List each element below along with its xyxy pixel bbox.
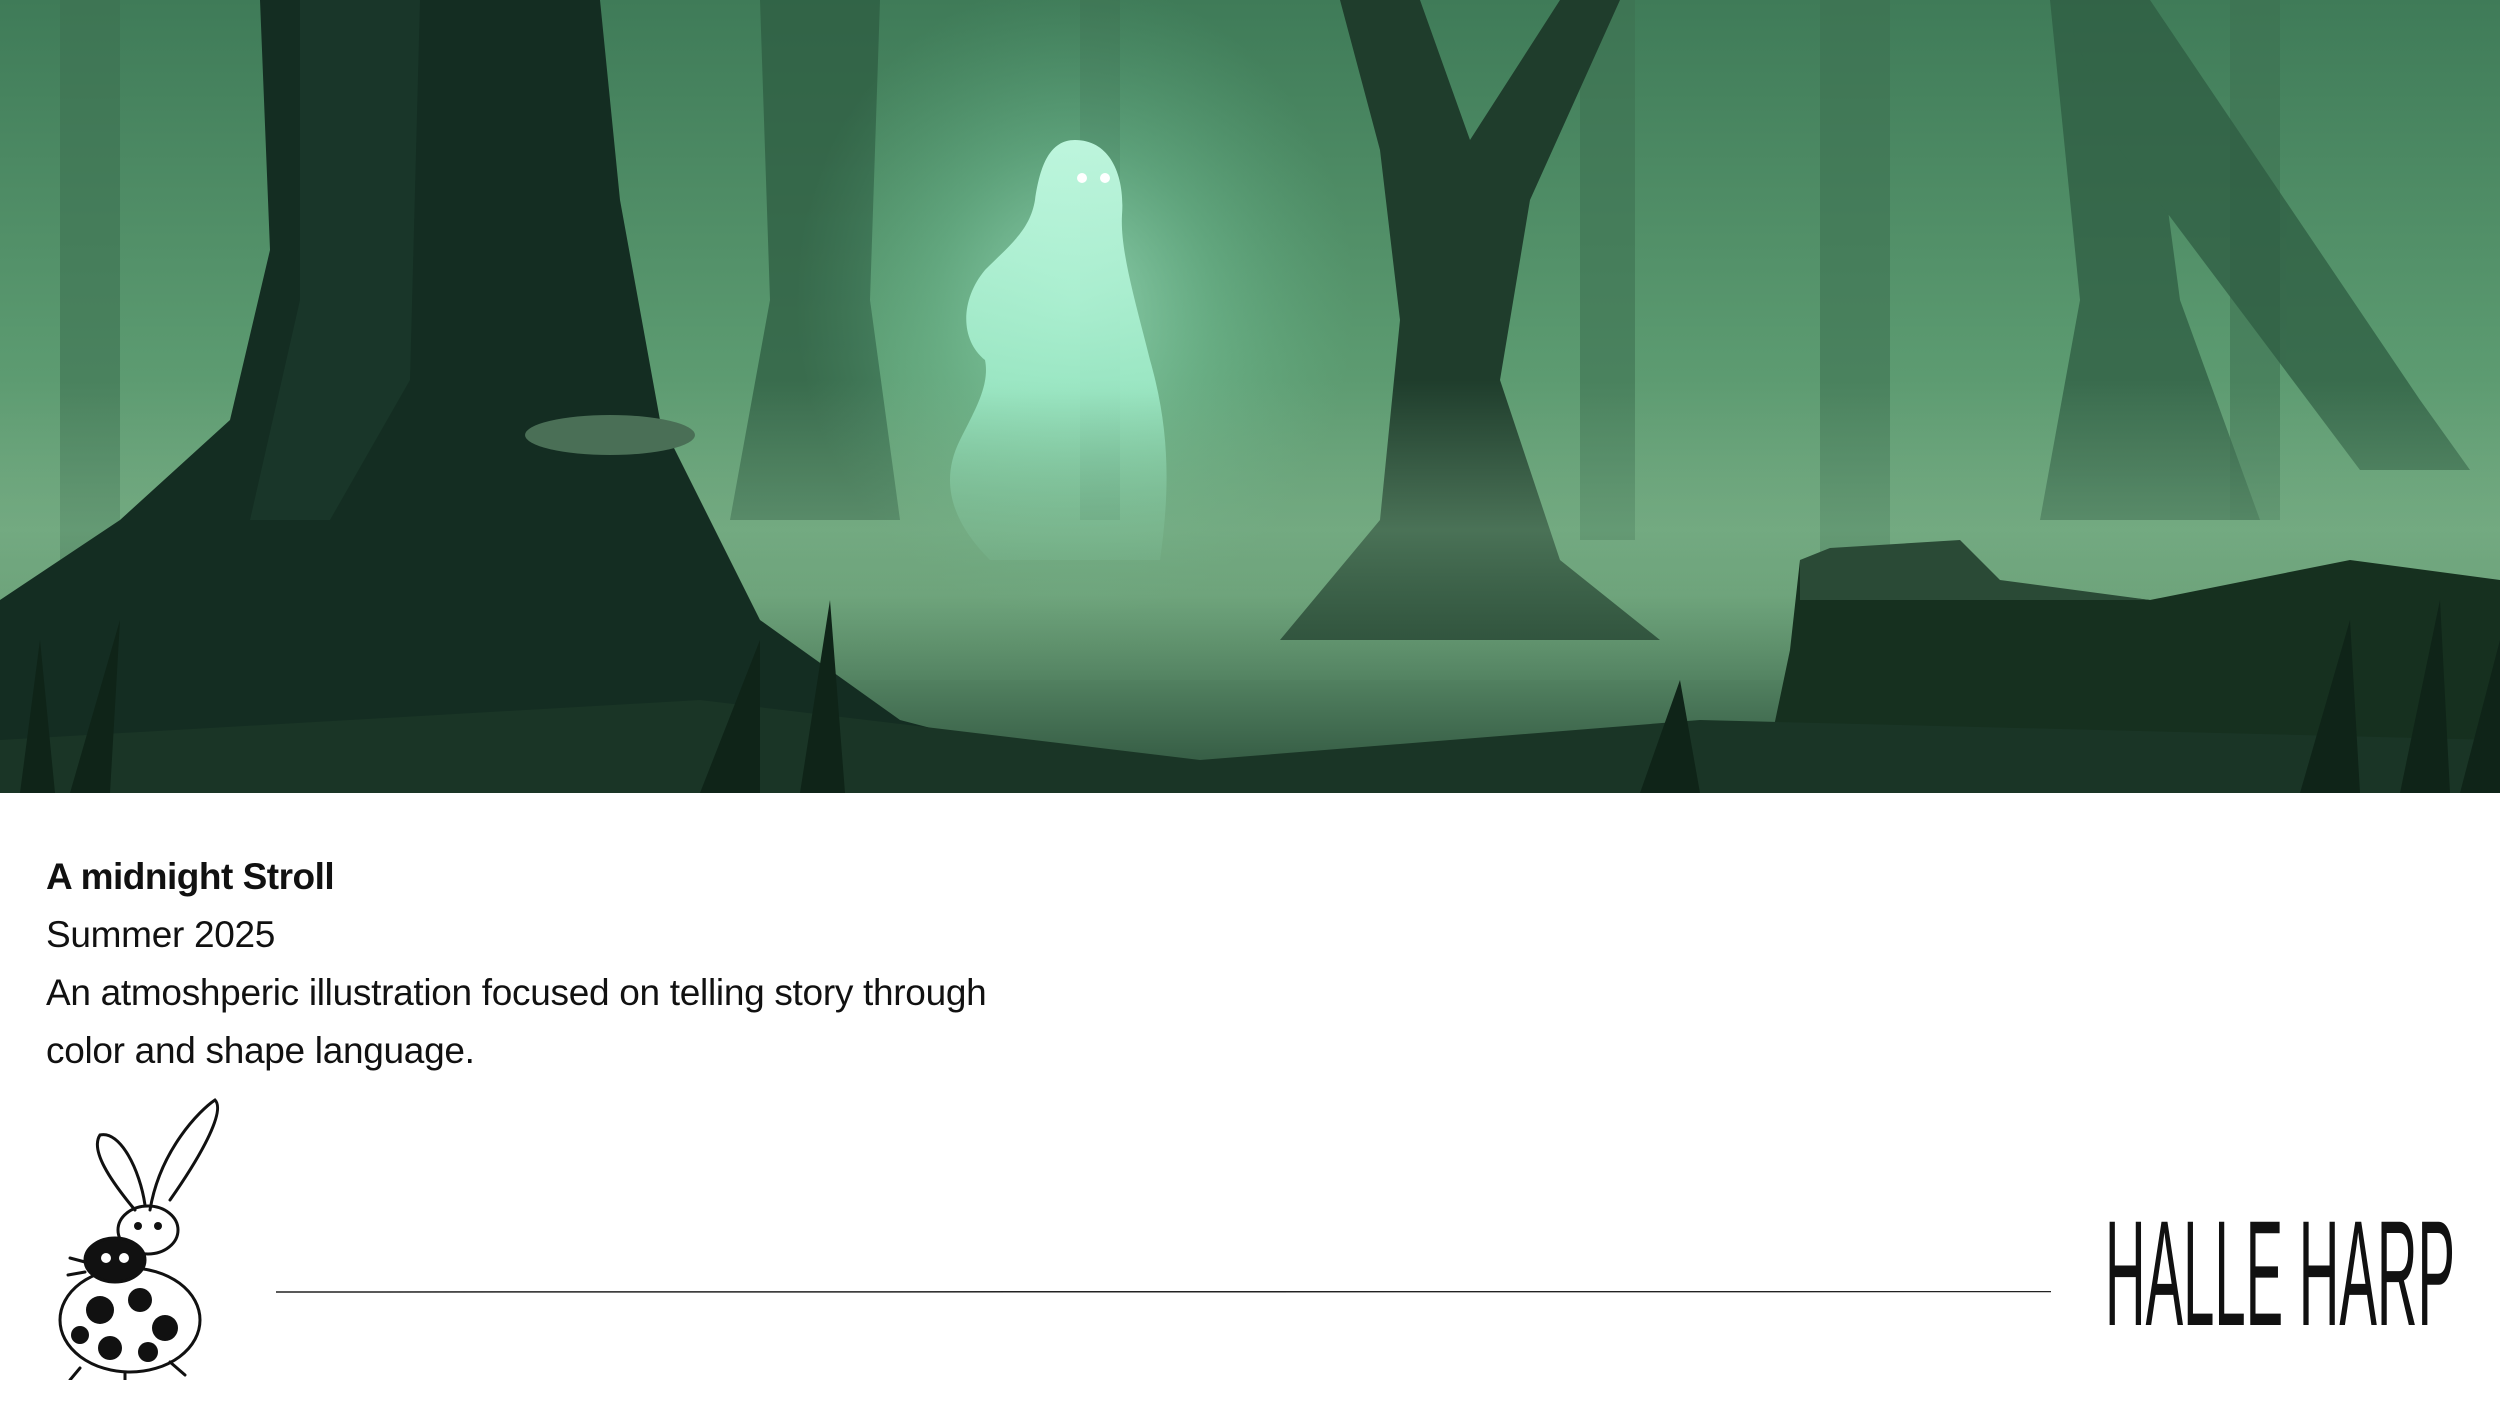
artwork-date: Summer 2025: [46, 914, 276, 955]
artwork-description-line-1: An atmoshperic illustration focused on t…: [46, 972, 987, 1013]
artwork-caption: A midnight Stroll Summer 2025 An atmoshp…: [46, 848, 1146, 1080]
ladybug-bunny-icon: [58, 1098, 220, 1380]
footer-divider: [276, 1291, 2051, 1293]
hero-illustration: [0, 0, 2500, 793]
signature: HALLE HARP: [2105, 1190, 2455, 1350]
artwork-title: A midnight Stroll: [46, 856, 335, 897]
signature-text: HALLE HARP: [2105, 1190, 2455, 1350]
artwork-description-line-2: color and shape language.: [46, 1030, 475, 1071]
